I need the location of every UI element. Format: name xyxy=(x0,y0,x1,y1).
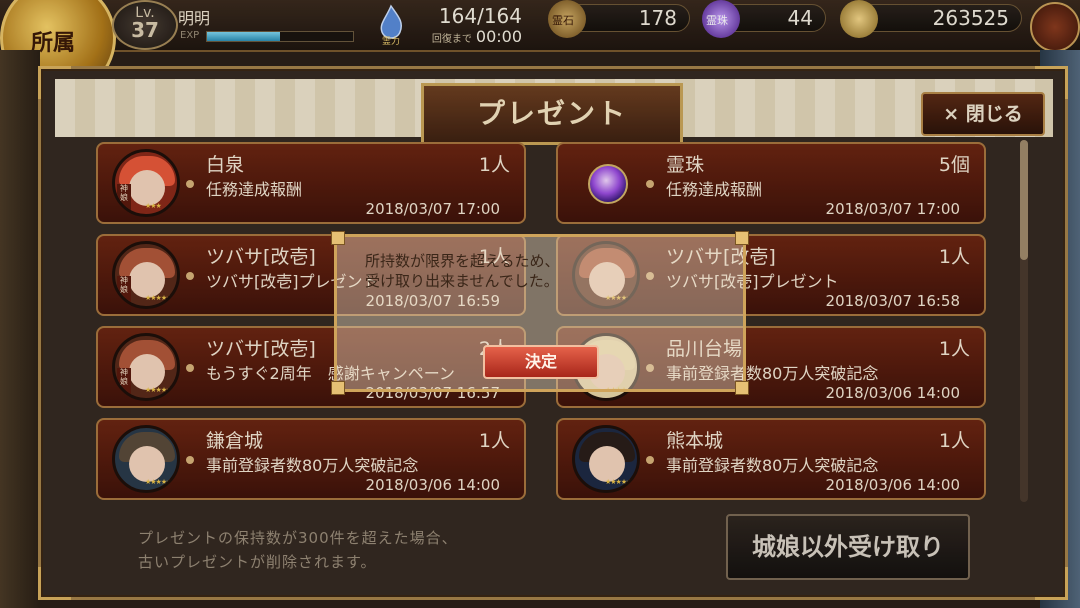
dialog-message-line: 受け取り出来ませんでした。 xyxy=(365,272,559,290)
dialog-corner xyxy=(331,231,345,245)
dialog-corner xyxy=(735,231,749,245)
dialog-corner xyxy=(331,381,345,395)
error-dialog: 所持数が限界を超えるため、 受け取り出来ませんでした。 決定 xyxy=(331,231,749,395)
dialog-message-line: 所持数が限界を超えるため、 xyxy=(365,252,560,270)
dialog-corner xyxy=(735,381,749,395)
dialog-message: 所持数が限界を超えるため、 受け取り出来ませんでした。 xyxy=(365,251,560,291)
confirm-button[interactable]: 決定 xyxy=(483,345,599,379)
